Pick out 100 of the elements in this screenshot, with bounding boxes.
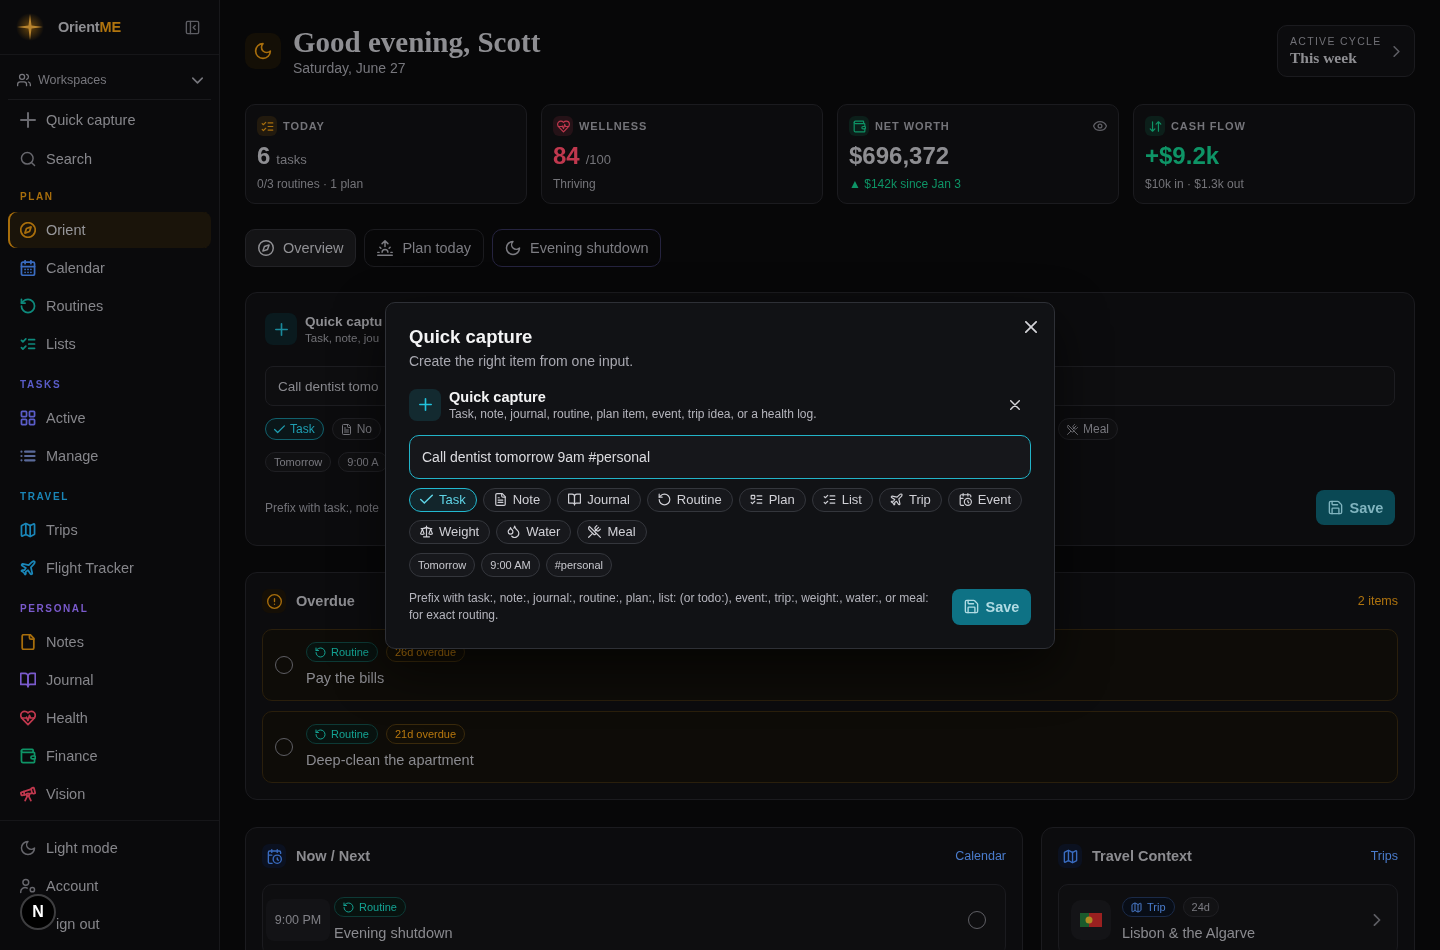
tab[interactable]: Evening shutdown	[491, 229, 662, 267]
suggestion-chip[interactable]: 9:00 A	[338, 452, 388, 472]
stat-unit: /100	[585, 152, 611, 167]
task-title: Pay the bills	[306, 669, 385, 688]
sidebar-toggle-icon[interactable]	[185, 19, 200, 35]
task-list-icon	[749, 493, 763, 506]
nav-item[interactable]: Finance	[8, 738, 211, 774]
nav-item[interactable]: Quick capture	[8, 102, 211, 138]
type-chip[interactable]: Water	[496, 519, 572, 544]
tag-text: 24d	[1191, 901, 1210, 913]
cycle-button[interactable]: ACTIVE CYCLE This week	[1277, 25, 1415, 77]
nav-item[interactable]: Journal	[8, 662, 211, 698]
type-chip[interactable]: Task	[409, 487, 477, 512]
capture-description: Task, note, jou	[305, 330, 380, 346]
type-chip[interactable]: No	[331, 418, 382, 440]
type-chip[interactable]: Routine	[646, 487, 733, 512]
calendar-clock-icon	[262, 844, 286, 868]
nav-item[interactable]: Trips	[8, 512, 211, 548]
rotate-arrow-icon	[315, 728, 326, 740]
type-chip[interactable]: Plan	[738, 487, 806, 512]
search-icon	[20, 151, 36, 167]
nav-item[interactable]: Light mode	[8, 830, 211, 866]
plus-icon	[20, 112, 36, 128]
nav-item[interactable]: Routines	[8, 288, 211, 324]
rotate-arrow-icon	[315, 646, 326, 658]
save-button[interactable]: Save	[952, 588, 1031, 625]
hint-text: Prefix with task:, note:, journal:, routine:, plan:, list: (or todo:), event:, trip:, weight:, water:, or meal: for exact routing.	[409, 589, 930, 624]
nav-item[interactable]: Health	[8, 700, 211, 736]
type-chip[interactable]: Weight	[409, 519, 491, 544]
type-chip[interactable]: Trip	[878, 487, 942, 512]
rotate-arrow-icon	[343, 901, 354, 913]
type-chip[interactable]: List	[811, 487, 873, 512]
capture-description: Task, note, journal, routine, plan item, event, trip idea, or a health log.	[449, 405, 817, 422]
tag-text: 21d overdue	[394, 728, 457, 740]
tab[interactable]: Overview	[245, 229, 357, 267]
cycle-value: This week	[1290, 48, 1357, 68]
stat-detail: ▲ $142k since Jan 3	[849, 176, 961, 192]
tag-text: Routine	[331, 646, 369, 658]
suggestion-chip[interactable]: #personal	[545, 552, 612, 577]
stat-detail: 0/3 routines · 1 plan	[257, 176, 364, 192]
type-chip[interactable]: Meal	[577, 519, 647, 544]
type-chip[interactable]: Note	[482, 487, 552, 512]
document-icon	[493, 493, 507, 506]
plus-icon	[409, 388, 441, 421]
checklist-icon	[822, 493, 836, 506]
section-label: TASKS	[20, 379, 62, 391]
tag-text: Trip	[1147, 901, 1166, 913]
stat-label: NET WORTH	[875, 120, 950, 132]
nav-item[interactable]: Flight Tracker	[8, 550, 211, 586]
dialog-subtitle: Create the right item from one input.	[409, 351, 634, 370]
nav-item[interactable]: Manage	[8, 438, 211, 474]
suggestion-chip[interactable]: Tomorrow	[409, 552, 476, 577]
stat-value: 84	[553, 142, 580, 170]
nav-item[interactable]: Orient	[8, 212, 211, 248]
eye-icon[interactable]	[1093, 119, 1107, 133]
nav-item[interactable]: ign out	[56, 906, 211, 942]
stat-value: $696,372	[849, 142, 950, 170]
plane-icon	[889, 493, 903, 506]
nav-item[interactable]: Calendar	[8, 250, 211, 286]
type-chip[interactable]: Journal	[557, 487, 641, 512]
map-icon	[1131, 901, 1142, 913]
close-icon[interactable]	[1025, 320, 1037, 333]
nav-item[interactable]: Active	[8, 400, 211, 436]
save-button[interactable]: Save	[1316, 490, 1395, 525]
item-count: 2 items	[1357, 594, 1398, 608]
users-icon	[17, 73, 31, 87]
type-chip[interactable]: Task	[265, 418, 324, 440]
time-label: 9:00 PM	[266, 899, 330, 941]
chevron-right-icon	[1371, 914, 1383, 926]
sunrise-icon	[377, 240, 394, 256]
nav-item[interactable]: Lists	[8, 326, 211, 362]
suggestion-chip[interactable]: Tomorrow	[265, 452, 332, 472]
type-chip[interactable]: Meal	[1058, 418, 1118, 440]
trips-link[interactable]: Trips	[1370, 849, 1398, 863]
suggestion-chip[interactable]: 9:00 AM	[481, 552, 540, 577]
moon-icon	[245, 33, 281, 69]
card-title: Travel Context	[1092, 848, 1192, 864]
compass-icon	[258, 240, 274, 256]
workspace-switcher[interactable]: Workspaces	[8, 65, 211, 100]
cycle-label: ACTIVE CYCLE	[1290, 34, 1382, 48]
save-icon	[963, 599, 979, 614]
trip-row[interactable]: Trip 24d Lisbon & the Algarve	[1058, 884, 1398, 950]
hint-text: Prefix with task:, note	[265, 500, 380, 515]
type-chip[interactable]: Event	[947, 487, 1023, 512]
flag-icon	[1071, 900, 1111, 940]
utensils-icon	[1067, 423, 1078, 435]
stat-detail: $10k in · $1.3k out	[1145, 176, 1244, 192]
event-title: Evening shutdown	[334, 924, 453, 943]
nav-item[interactable]: Search	[8, 141, 211, 177]
stat-unit: tasks	[276, 152, 307, 167]
brand-name: OrientME	[58, 19, 121, 35]
tab[interactable]: Plan today	[364, 229, 484, 267]
droplets-icon	[507, 525, 521, 538]
close-icon[interactable]	[1010, 399, 1020, 410]
nav-item[interactable]: Notes	[8, 624, 211, 660]
nav-item[interactable]: Vision	[8, 776, 211, 812]
moon-icon	[504, 240, 521, 256]
card-title: Now / Next	[296, 848, 371, 864]
capture-input[interactable]: Call dentist tomorrow 9am #personal	[409, 434, 1031, 479]
calendar-link[interactable]: Calendar	[955, 849, 1006, 863]
